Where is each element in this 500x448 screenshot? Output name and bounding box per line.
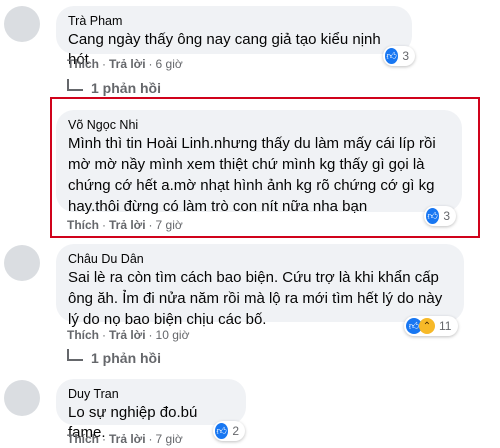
- comment-time[interactable]: 7 giờ: [156, 432, 183, 446]
- view-replies-link[interactable]: 1 phản hồi: [67, 79, 161, 96]
- comment-actions: Thích · Trả lời · 10 giờ: [67, 328, 190, 342]
- replies-label: 1 phản hồi: [91, 80, 161, 96]
- like-link[interactable]: Thích: [67, 328, 99, 342]
- reaction-count: 3: [402, 49, 409, 63]
- reply-link[interactable]: Trả lời: [109, 57, 146, 71]
- highlight-box: [50, 97, 480, 238]
- reply-link[interactable]: Trả lời: [109, 432, 146, 446]
- reaction-count: 2: [232, 424, 239, 438]
- comment-actions: Thích · Trả lời · 7 giờ: [67, 432, 183, 446]
- comment-author[interactable]: Trà Pham: [68, 13, 400, 29]
- reaction-summary[interactable]: 👍︎ 2: [213, 421, 245, 441]
- comment-time[interactable]: 10 giờ: [156, 328, 190, 342]
- comment-actions: Thích · Trả lời · 6 giờ: [67, 57, 183, 71]
- view-replies-link[interactable]: 1 phản hồi: [67, 349, 161, 366]
- avatar[interactable]: [4, 6, 40, 42]
- comment-time[interactable]: 6 giờ: [156, 57, 183, 71]
- reply-link[interactable]: Trả lời: [109, 328, 146, 342]
- like-link[interactable]: Thích: [67, 57, 99, 71]
- reaction-summary[interactable]: 👍︎ ⌃ 11: [404, 316, 458, 336]
- like-icon: 👍︎: [385, 48, 399, 64]
- comment-author[interactable]: Duy Tran: [68, 386, 234, 402]
- comment-text-line: ông ăh. Ỉm đi nửa năm rồi mà lộ ra mới t…: [68, 290, 443, 307]
- reaction-summary[interactable]: 👍︎ 3: [383, 46, 415, 66]
- avatar[interactable]: [4, 245, 40, 281]
- like-icon: 👍︎: [215, 423, 229, 439]
- comment-text-line: lý do nọ bao biện chịu các bố.: [68, 311, 267, 328]
- like-link[interactable]: Thích: [67, 432, 99, 446]
- haha-icon: ⌃: [419, 318, 435, 334]
- comment-bubble: Trà Pham Cang ngày thấy ông nay cang giả…: [56, 6, 412, 68]
- comment-author[interactable]: Châu Du Dân: [68, 251, 452, 267]
- reply-arrow-icon: [67, 349, 83, 361]
- reply-arrow-icon: [67, 79, 83, 91]
- avatar[interactable]: [4, 380, 40, 416]
- comment-text-line: Sai lè ra còn tìm cách bao biện. Cứu trợ…: [68, 269, 439, 286]
- comment-bubble: Châu Du Dân Sai lè ra còn tìm cách bao b…: [56, 244, 464, 328]
- replies-label: 1 phản hồi: [91, 350, 161, 366]
- reaction-count: 11: [439, 319, 452, 333]
- comment-bubble: Duy Tran Lo sự nghiệp đo.bú fame.: [56, 379, 246, 441]
